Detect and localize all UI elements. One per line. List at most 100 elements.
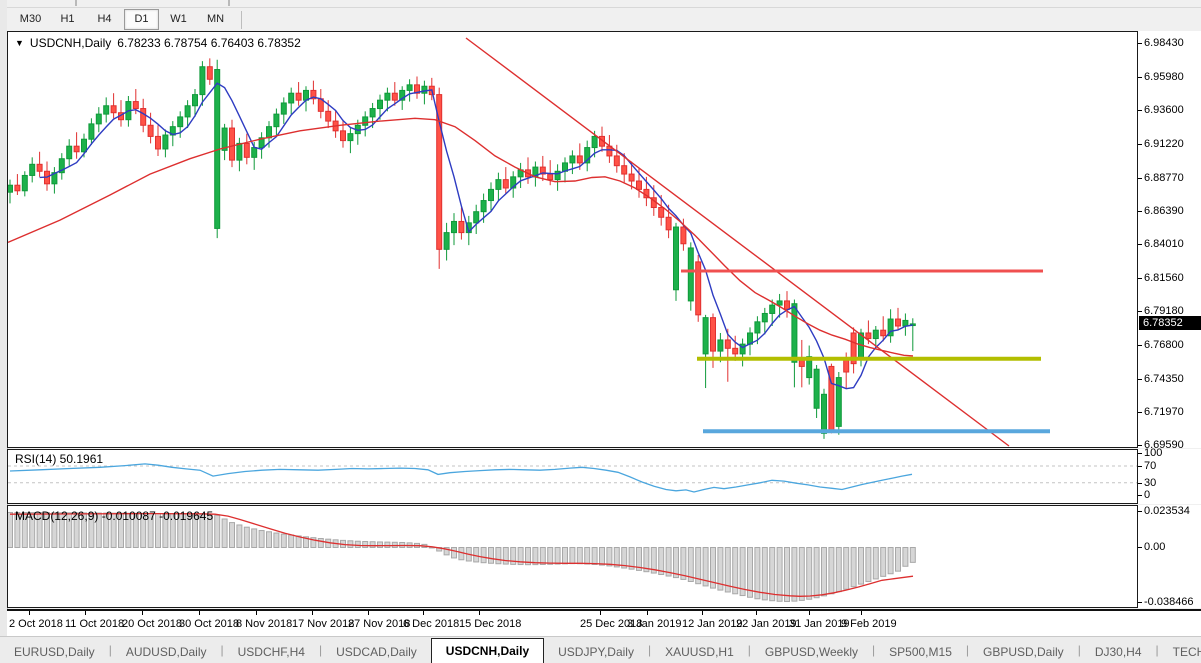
candle bbox=[155, 135, 161, 150]
candle bbox=[480, 200, 487, 213]
time-tick bbox=[29, 611, 30, 615]
candle bbox=[443, 232, 450, 250]
tab-xauusd-h1[interactable]: XAUUSD,H1 bbox=[651, 642, 748, 663]
candle bbox=[621, 165, 628, 175]
price-tick bbox=[1138, 77, 1142, 79]
candle bbox=[569, 155, 576, 164]
price-tick bbox=[1138, 378, 1142, 380]
time-axis-label: 27 Nov 2018 bbox=[348, 618, 411, 630]
candle bbox=[369, 108, 376, 118]
time-tick bbox=[647, 611, 648, 615]
candle bbox=[761, 312, 768, 323]
candle bbox=[36, 163, 43, 172]
macd-histogram-bar bbox=[902, 547, 909, 567]
timeframe-button-d1[interactable]: D1 bbox=[124, 9, 159, 30]
candle bbox=[81, 138, 87, 153]
candle bbox=[103, 105, 110, 115]
price-axis-label: 6.98430 bbox=[1144, 37, 1184, 49]
time-tick bbox=[479, 611, 480, 615]
tab-sp500-m15[interactable]: SP500,M15 bbox=[875, 642, 966, 663]
macd-histogram-bar bbox=[369, 541, 376, 548]
candle bbox=[843, 358, 850, 373]
timeframe-button-mn[interactable]: MN bbox=[198, 9, 233, 30]
symbol-dropdown-icon[interactable]: ▼ bbox=[15, 38, 24, 48]
candle bbox=[192, 94, 198, 107]
candle bbox=[591, 135, 598, 149]
chart-tab-bar: EURUSD,Daily | AUDUSD,Daily | USDCHF,H4 | USDC… bbox=[0, 636, 1201, 663]
macd-histogram-bar bbox=[821, 547, 827, 597]
candle bbox=[66, 145, 73, 160]
macd-panel[interactable]: MACD(12,26,9) -0.010087 -0.019645 bbox=[7, 505, 1138, 608]
time-tick bbox=[256, 611, 257, 615]
candle bbox=[865, 332, 872, 340]
current-price-badge: 6.78352 bbox=[1139, 315, 1201, 330]
candle bbox=[665, 216, 672, 231]
timeframe-button-h4[interactable]: H4 bbox=[87, 9, 122, 30]
candle bbox=[658, 207, 665, 218]
macd-histogram-bar bbox=[828, 547, 835, 595]
candle bbox=[636, 180, 642, 190]
price-axis[interactable]: 6.98430 6.95980 6.93600 6.91220 6.88770 6.863… bbox=[1138, 31, 1201, 451]
price-tick bbox=[1138, 110, 1142, 112]
time-axis-label: 17 Nov 2018 bbox=[292, 618, 355, 630]
macd-histogram-bar bbox=[480, 547, 487, 564]
tab-gbpusd-daily[interactable]: GBPUSD,Daily bbox=[969, 642, 1078, 663]
macd-histogram-bar bbox=[214, 514, 221, 548]
time-axis-label: 20 Oct 2018 bbox=[122, 618, 182, 630]
candle bbox=[199, 66, 206, 96]
macd-histogram-bar bbox=[895, 547, 901, 572]
main-chart-panel[interactable]: ▼ USDCNH,Daily 6.78233 6.78754 6.76403 6… bbox=[7, 31, 1138, 448]
macd-histogram-bar bbox=[362, 541, 369, 548]
candle bbox=[754, 321, 761, 334]
candle bbox=[251, 147, 258, 158]
time-tick bbox=[423, 611, 424, 615]
macd-histogram-bar bbox=[591, 547, 598, 566]
candle bbox=[184, 105, 191, 118]
macd-histogram-bar bbox=[813, 547, 820, 599]
top-toolbar-edge bbox=[7, 0, 1201, 8]
macd-histogram-bar bbox=[258, 530, 265, 548]
macd-histogram-bar bbox=[391, 541, 398, 548]
candle bbox=[628, 173, 635, 182]
candle bbox=[266, 126, 272, 139]
macd-histogram-bar bbox=[850, 547, 857, 588]
rsi-axis-label: 70 bbox=[1144, 460, 1157, 472]
rsi-chart bbox=[8, 463, 1137, 493]
candle bbox=[613, 155, 620, 167]
price-tick bbox=[1138, 177, 1142, 179]
macd-histogram-bar bbox=[806, 547, 813, 600]
macd-axis: 0.023534 0.00 -0.038466 bbox=[1138, 505, 1201, 608]
tab-eurusd-daily[interactable]: EURUSD,Daily bbox=[0, 642, 109, 663]
tab-audusd-daily[interactable]: AUDUSD,Daily bbox=[112, 642, 221, 663]
tab-usdchf-h4[interactable]: USDCHF,H4 bbox=[224, 642, 319, 663]
macd-histogram-bar bbox=[354, 540, 361, 549]
rsi-axis: 100 70 30 0 bbox=[1138, 447, 1201, 504]
tab-usdcad-daily[interactable]: USDCAD,Daily bbox=[322, 642, 431, 663]
macd-histogram-bar bbox=[502, 547, 509, 565]
timeframe-button-w1[interactable]: W1 bbox=[161, 9, 196, 30]
time-axis[interactable]: 2 Oct 2018 11 Oct 2018 20 Oct 2018 30 Oct 2… bbox=[7, 609, 1201, 637]
macd-histogram-bar bbox=[236, 524, 243, 548]
candle bbox=[436, 94, 443, 250]
candle bbox=[902, 319, 909, 327]
time-axis-label: 2 Oct 2018 bbox=[9, 618, 63, 630]
candle bbox=[340, 130, 346, 142]
macd-histogram-bar bbox=[843, 547, 850, 590]
tab-dj30-h4[interactable]: DJ30,H4 bbox=[1081, 642, 1156, 663]
time-tick bbox=[85, 611, 86, 615]
macd-histogram-bar bbox=[347, 540, 354, 549]
tab-usdjpy-daily[interactable]: USDJPY,Daily bbox=[544, 642, 648, 663]
tab-usdcnh-daily[interactable]: USDCNH,Daily bbox=[430, 638, 545, 663]
tab-gbpusd-weekly[interactable]: GBPUSD,Weekly bbox=[751, 642, 872, 663]
tab-tech100-h1[interactable]: TECH100,H1 bbox=[1159, 642, 1201, 663]
candlestick-chart[interactable] bbox=[8, 32, 1137, 447]
price-axis-label: 6.95980 bbox=[1144, 71, 1184, 84]
macd-histogram-bar bbox=[569, 547, 576, 565]
timeframe-button-h1[interactable]: H1 bbox=[50, 9, 85, 30]
time-tick bbox=[312, 611, 313, 615]
rsi-panel[interactable]: RSI(14) 50.1961 bbox=[7, 449, 1138, 504]
candle bbox=[147, 124, 154, 137]
macd-histogram-bar bbox=[909, 547, 916, 563]
timeframe-button-m30[interactable]: M30 bbox=[13, 9, 48, 30]
macd-tick bbox=[1138, 602, 1142, 603]
